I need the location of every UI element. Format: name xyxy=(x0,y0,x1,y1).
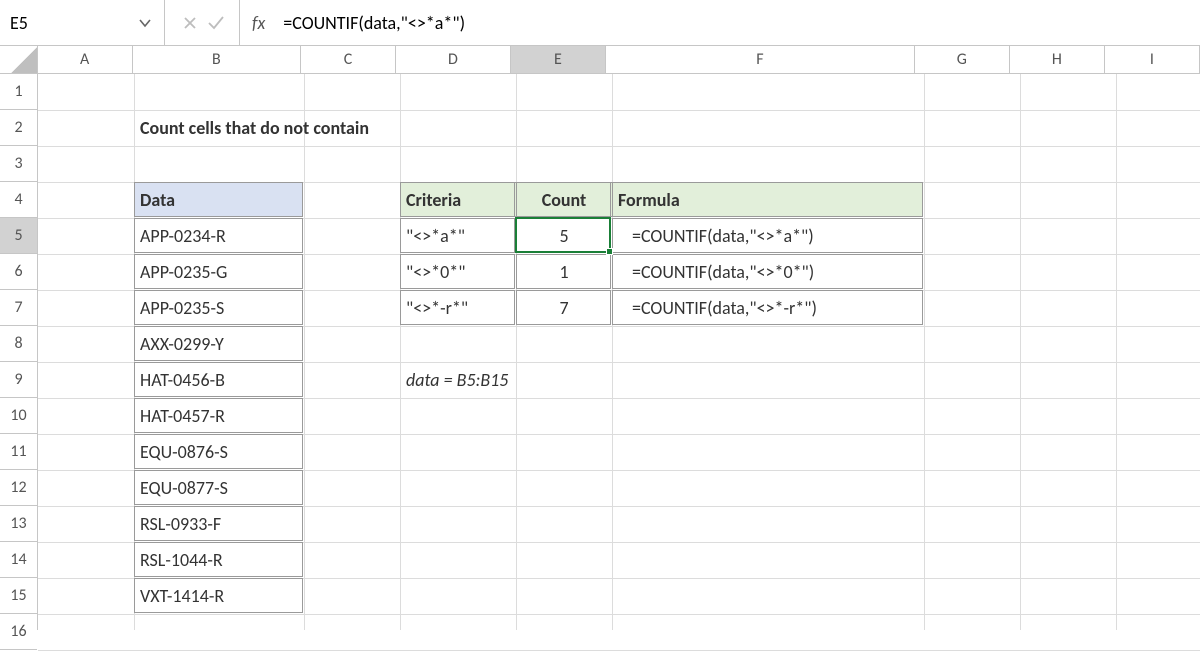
row-header-2[interactable]: 2 xyxy=(0,110,37,146)
row-header-3[interactable]: 3 xyxy=(0,146,37,182)
row-header-15[interactable]: 15 xyxy=(0,578,37,614)
formula-value[interactable]: =COUNTIF(data,"<>*0*") xyxy=(612,254,924,290)
count-header[interactable]: Count xyxy=(516,182,612,218)
formula-bar-buttons xyxy=(165,0,240,45)
enter-formula-button[interactable] xyxy=(207,14,225,32)
data-value[interactable]: RSL-1044-R xyxy=(134,542,304,578)
criteria-value[interactable]: "<>*-r*" xyxy=(400,290,516,326)
row-header-12[interactable]: 12 xyxy=(0,470,37,506)
data-value[interactable]: EQU-0876-S xyxy=(134,434,304,470)
check-icon xyxy=(207,14,225,32)
column-header-E[interactable]: E xyxy=(511,46,606,73)
data-value[interactable]: AXX-0299-Y xyxy=(134,326,304,362)
column-header-A[interactable]: A xyxy=(38,46,133,73)
row-header-column: 12345678910111213141516 xyxy=(0,74,38,630)
count-value[interactable]: 5 xyxy=(516,218,612,254)
insert-function-button[interactable]: fx xyxy=(240,0,277,45)
row-header-14[interactable]: 14 xyxy=(0,542,37,578)
data-value[interactable]: APP-0235-S xyxy=(134,290,304,326)
select-all-corner[interactable] xyxy=(0,46,38,73)
row-header-4[interactable]: 4 xyxy=(0,182,37,218)
count-value[interactable]: 7 xyxy=(516,290,612,326)
name-box xyxy=(0,0,165,45)
column-header-I[interactable]: I xyxy=(1105,46,1200,73)
row-header-6[interactable]: 6 xyxy=(0,254,37,290)
data-value[interactable]: VXT-1414-R xyxy=(134,578,304,614)
row-header-11[interactable]: 11 xyxy=(0,434,37,470)
cell-grid[interactable]: Count cells that do not containDataAPP-0… xyxy=(38,74,1200,630)
cancel-formula-button[interactable] xyxy=(183,16,197,30)
row-header-13[interactable]: 13 xyxy=(0,506,37,542)
column-header-G[interactable]: G xyxy=(915,46,1010,73)
column-header-B[interactable]: B xyxy=(133,46,301,73)
criteria-value[interactable]: "<>*a*" xyxy=(400,218,516,254)
criteria-header[interactable]: Criteria xyxy=(400,182,516,218)
column-header-D[interactable]: D xyxy=(396,46,511,73)
formula-value[interactable]: =COUNTIF(data,"<>*a*") xyxy=(612,218,924,254)
formula-header[interactable]: Formula xyxy=(612,182,924,218)
data-value[interactable]: HAT-0456-B xyxy=(134,362,304,398)
x-icon xyxy=(183,16,197,30)
data-value[interactable]: APP-0234-R xyxy=(134,218,304,254)
worksheet[interactable]: ABCDEFGHI 12345678910111213141516 Count … xyxy=(0,46,1200,630)
data-value[interactable]: RSL-0933-F xyxy=(134,506,304,542)
criteria-value[interactable]: "<>*0*" xyxy=(400,254,516,290)
name-box-input[interactable] xyxy=(0,12,130,34)
formula-bar: fx xyxy=(0,0,1200,46)
row-header-5[interactable]: 5 xyxy=(0,218,37,254)
column-header-C[interactable]: C xyxy=(301,46,396,73)
row-header-8[interactable]: 8 xyxy=(0,326,37,362)
row-header-1[interactable]: 1 xyxy=(0,74,37,110)
column-header-H[interactable]: H xyxy=(1010,46,1105,73)
data-value[interactable]: EQU-0877-S xyxy=(134,470,304,506)
formula-value[interactable]: =COUNTIF(data,"<>*-r*") xyxy=(612,290,924,326)
chevron-down-icon xyxy=(139,17,151,29)
count-value[interactable]: 1 xyxy=(516,254,612,290)
named-range-note[interactable]: data = B5:B15 xyxy=(400,362,924,398)
data-value[interactable]: HAT-0457-R xyxy=(134,398,304,434)
page-title[interactable]: Count cells that do not contain xyxy=(134,110,516,146)
row-header-16[interactable]: 16 xyxy=(0,614,37,650)
column-header-row: ABCDEFGHI xyxy=(0,46,1200,74)
row-header-7[interactable]: 7 xyxy=(0,290,37,326)
formula-input[interactable] xyxy=(277,0,1200,45)
row-header-9[interactable]: 9 xyxy=(0,362,37,398)
column-header-F[interactable]: F xyxy=(606,46,915,73)
row-header-10[interactable]: 10 xyxy=(0,398,37,434)
name-box-dropdown[interactable] xyxy=(130,0,160,45)
data-value[interactable]: APP-0235-G xyxy=(134,254,304,290)
data-header[interactable]: Data xyxy=(134,182,304,218)
